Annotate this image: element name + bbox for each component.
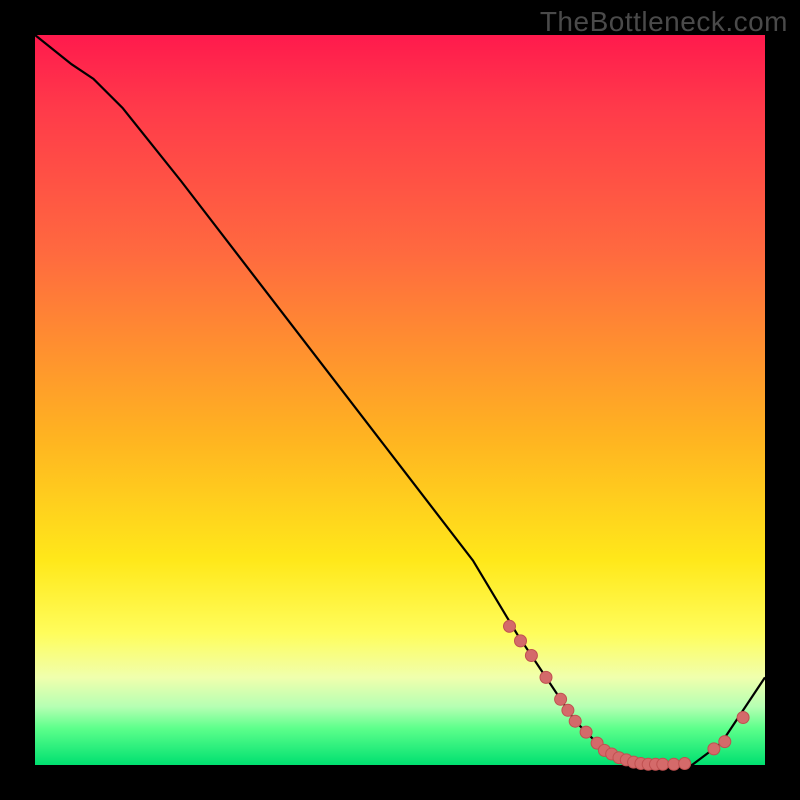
highlight-dot: [555, 693, 567, 705]
chart-frame: TheBottleneck.com: [0, 0, 800, 800]
highlight-dot: [668, 758, 680, 770]
highlight-dot: [737, 712, 749, 724]
highlight-dot: [562, 704, 574, 716]
highlight-dot: [515, 635, 527, 647]
highlight-dot: [525, 650, 537, 662]
highlight-dot: [657, 758, 669, 770]
highlight-dots: [504, 620, 750, 770]
highlight-dot: [679, 758, 691, 770]
highlight-dot: [540, 671, 552, 683]
highlight-dot: [719, 736, 731, 748]
plot-area: [35, 35, 765, 765]
highlight-dot: [708, 743, 720, 755]
watermark-text: TheBottleneck.com: [540, 6, 788, 38]
highlight-dot: [504, 620, 516, 632]
highlight-dot: [569, 715, 581, 727]
curve-svg: [35, 35, 765, 765]
highlight-dot: [580, 726, 592, 738]
bottleneck-curve: [35, 35, 765, 765]
